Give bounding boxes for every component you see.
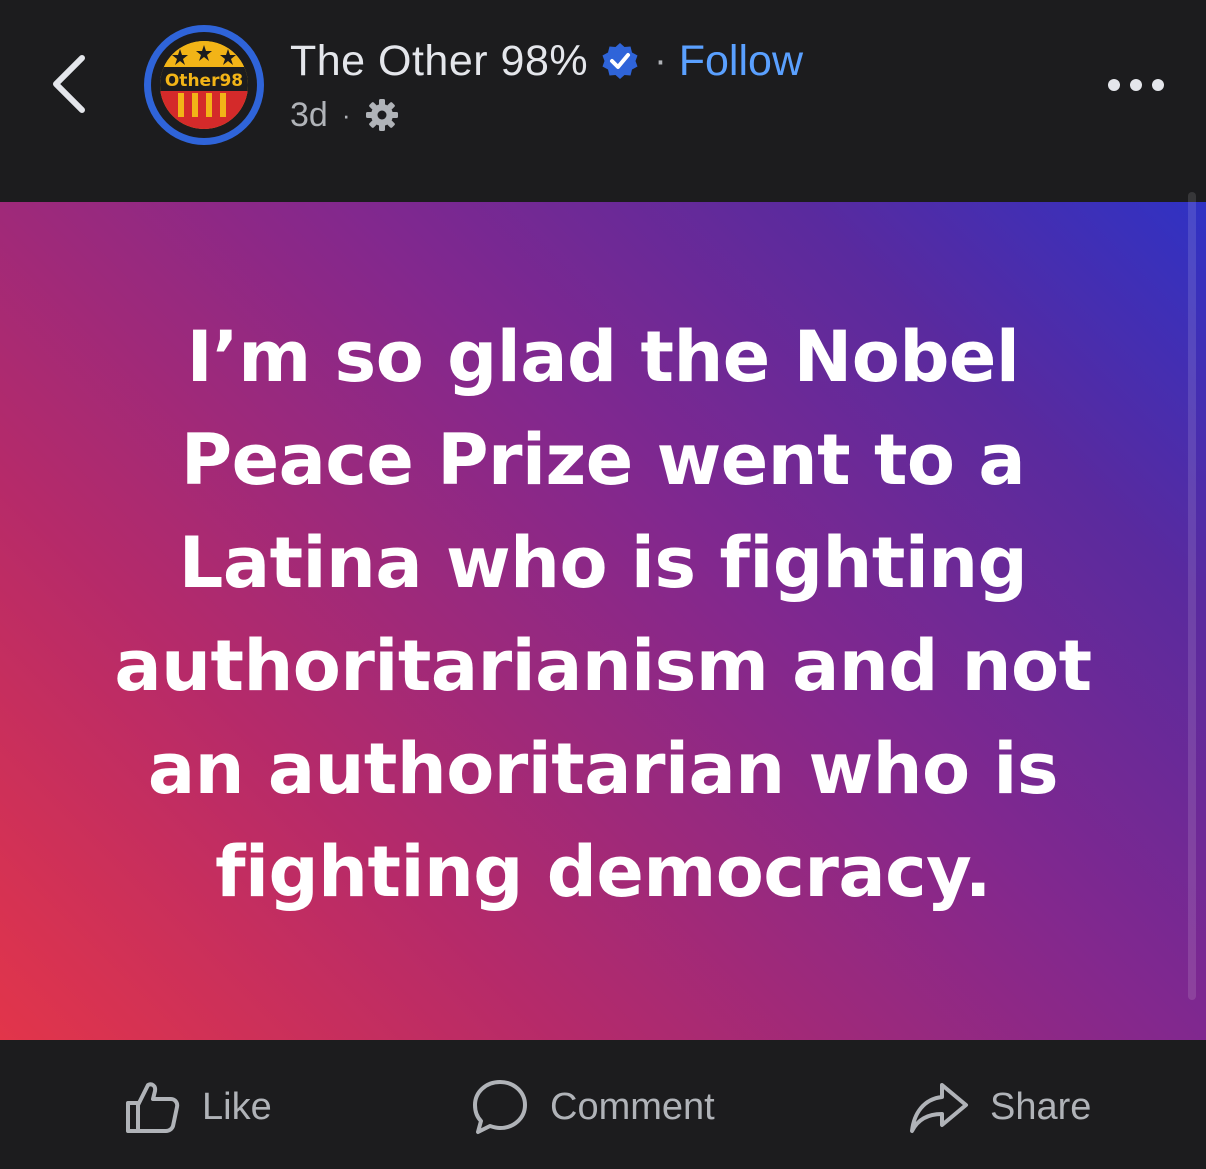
post-text: I’m so glad the Nobel Peace Prize went t… xyxy=(114,316,1092,913)
scrollbar[interactable] xyxy=(1188,192,1196,1000)
post-age[interactable]: 3d xyxy=(290,96,328,135)
meta-separator: · xyxy=(341,99,351,130)
more-horizontal-icon xyxy=(1108,79,1164,91)
follow-button[interactable]: Follow xyxy=(679,37,803,86)
post-meta: 3d · xyxy=(290,92,399,138)
post-content[interactable]: I’m so glad the Nobel Peace Prize went t… xyxy=(0,202,1206,1040)
more-options-button[interactable] xyxy=(1098,62,1174,108)
share-arrow-icon xyxy=(910,1083,968,1133)
name-separator: · xyxy=(654,39,667,82)
gear-icon xyxy=(365,99,398,131)
comment-label: Comment xyxy=(550,1085,715,1128)
back-button[interactable] xyxy=(40,48,100,120)
comment-button[interactable]: Comment xyxy=(470,1074,715,1140)
chevron-left-icon xyxy=(53,55,85,113)
like-button[interactable]: Like xyxy=(122,1074,272,1140)
avatar-logo-text: Other98 xyxy=(165,71,243,91)
page-name-row: The Other 98% · Follow xyxy=(290,34,803,88)
page-avatar[interactable]: Other98 xyxy=(144,25,264,145)
post-header: Other98 The Other 98% · Follow 3d · xyxy=(0,0,1206,202)
verified-badge-icon xyxy=(600,41,640,81)
page-name[interactable]: The Other 98% xyxy=(290,37,588,86)
thumbs-up-icon xyxy=(126,1082,180,1133)
like-label: Like xyxy=(202,1085,272,1128)
share-button[interactable]: Share xyxy=(908,1074,1091,1140)
share-label: Share xyxy=(990,1085,1092,1128)
post-actions: Like Comment Share xyxy=(0,1040,1206,1169)
other98-logo: Other98 xyxy=(160,41,248,129)
avatar-inner: Other98 xyxy=(151,32,257,138)
comment-bubble-icon xyxy=(473,1080,527,1134)
